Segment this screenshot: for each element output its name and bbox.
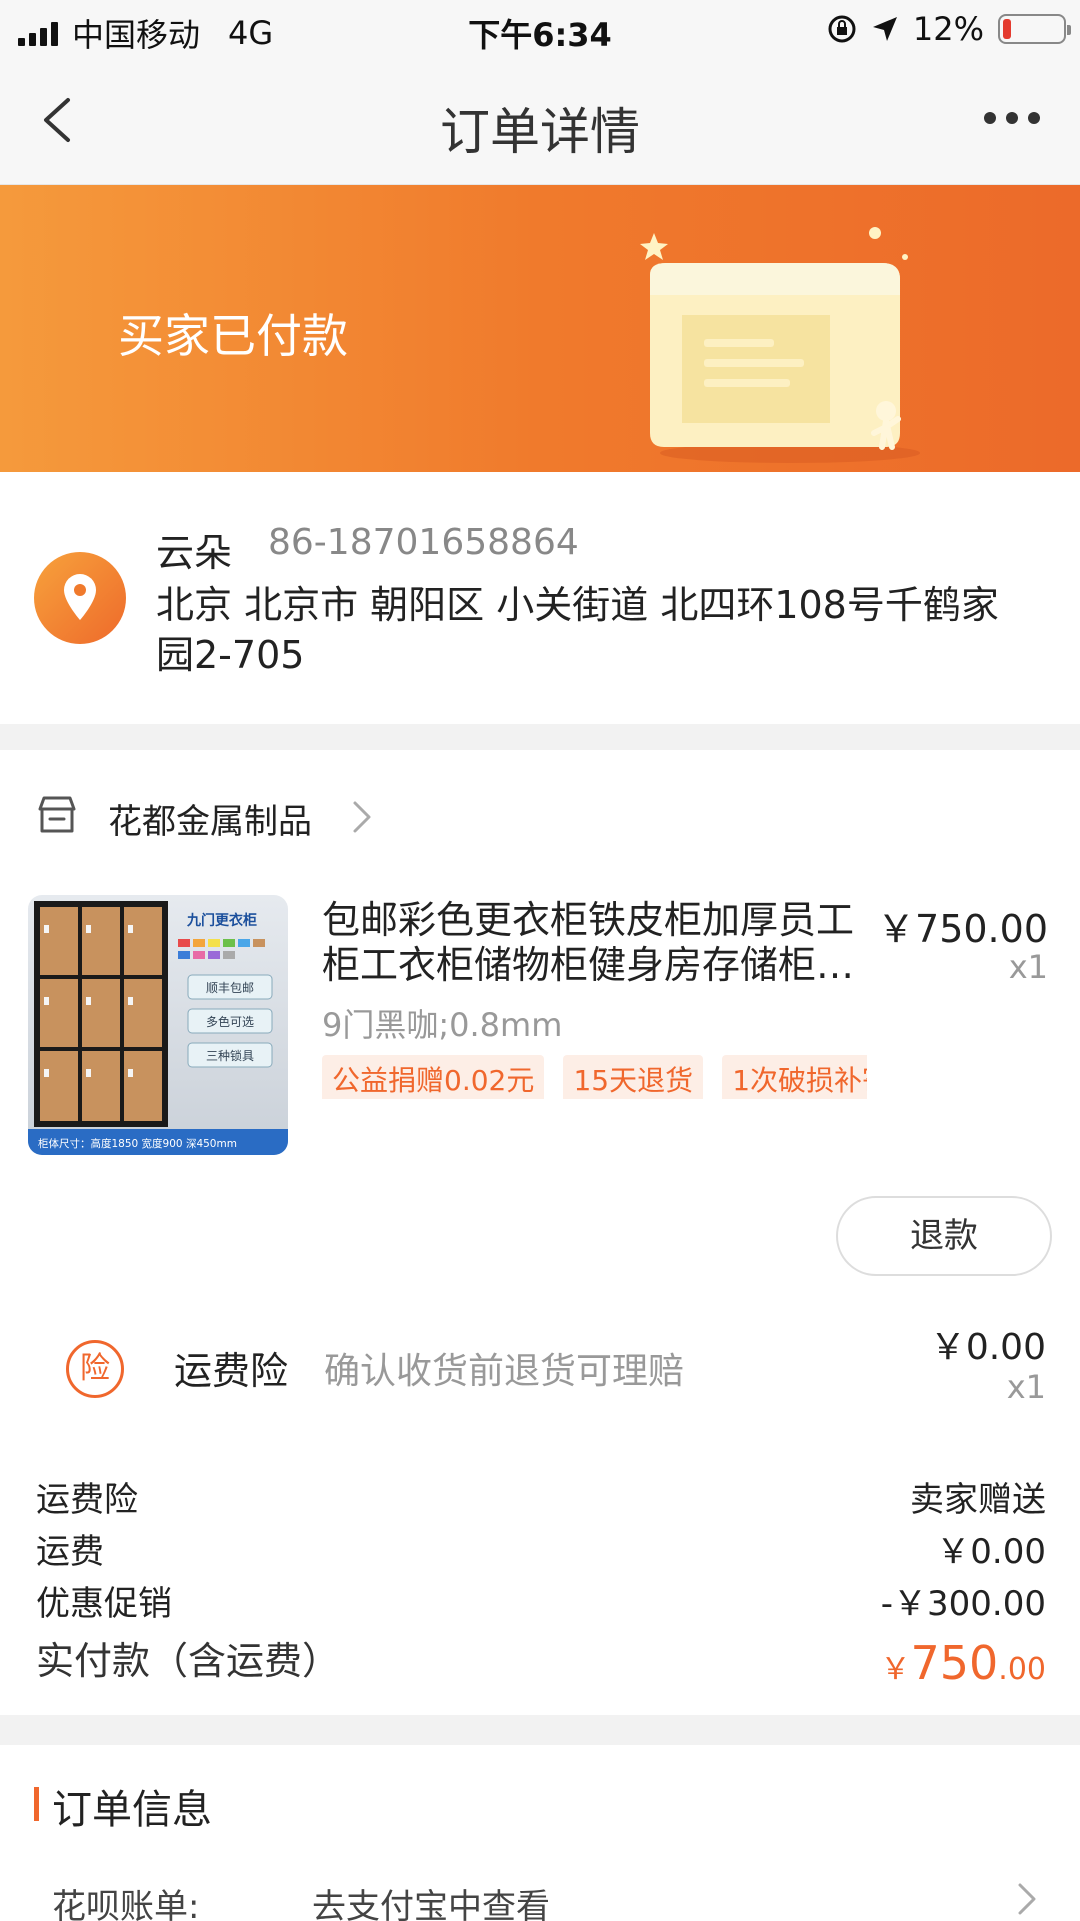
fee-row-insurance: 运费险 卖家赠送 bbox=[36, 1472, 1046, 1521]
total-value: ￥750.00 bbox=[880, 1636, 1046, 1690]
more-options-icon[interactable] bbox=[984, 112, 1040, 124]
recipient-phone: 86-18701658864 bbox=[268, 522, 579, 563]
fee-label: 运费险 bbox=[36, 1480, 138, 1520]
product-image-dimensions: 柜体尺寸：高度1850 宽度900 深450mm bbox=[38, 1137, 237, 1150]
total-decimal: .00 bbox=[998, 1652, 1046, 1687]
product-image-badge: 顺丰包邮 bbox=[206, 981, 254, 995]
page-title: 订单详情 bbox=[440, 103, 640, 161]
fee-row-discount: 优惠促销 -￥300.00 bbox=[36, 1576, 1046, 1625]
location-pin-icon bbox=[34, 552, 126, 644]
huabei-link[interactable]: 去支付宝中查看 bbox=[312, 1879, 550, 1921]
product-image-heading: 九门更衣柜 bbox=[186, 912, 257, 929]
product-image-badge: 三种锁具 bbox=[206, 1048, 254, 1063]
order-info-card: 订单信息 花呗账单: 去支付宝中查看 bbox=[0, 1745, 1080, 1921]
insurance-quantity: x1 bbox=[1006, 1368, 1046, 1406]
product-quantity: x1 bbox=[1008, 948, 1048, 986]
package-box-illustration bbox=[640, 227, 920, 463]
total-currency: ￥ bbox=[880, 1652, 911, 1687]
product-title[interactable]: 包邮彩色更衣柜铁皮柜加厚员工柜工衣柜储物柜健身房存储柜更衣柜铁皮柜 bbox=[322, 898, 862, 988]
status-bar-right: 12% bbox=[827, 10, 1071, 48]
insurance-icon: 险 bbox=[66, 1340, 124, 1398]
fee-label: 优惠促销 bbox=[36, 1584, 172, 1624]
recipient-name: 云朵 bbox=[156, 531, 233, 575]
refund-button[interactable]: 退款 bbox=[836, 1196, 1052, 1276]
rotation-lock-icon bbox=[828, 15, 856, 43]
nav-bar: 订单详情 bbox=[0, 60, 1080, 185]
fee-value: -￥300.00 bbox=[880, 1584, 1046, 1624]
insurance-description: 确认收货前退货可理赔 bbox=[324, 1351, 685, 1392]
product-image-badge: 多色可选 bbox=[206, 1015, 254, 1029]
order-info-title: 订单信息 bbox=[52, 1787, 212, 1833]
fee-label: 运费 bbox=[36, 1532, 104, 1572]
total-label: 实付款（含运费） bbox=[36, 1639, 341, 1683]
store-name: 花都金属制品 bbox=[108, 802, 312, 842]
product-sku: 9门黑咖;0.8mm bbox=[322, 1006, 563, 1044]
order-items-card: 花都金属制品 九门更衣柜 顺丰包邮 多色可选 三种锁具 柜体尺寸：高度1850 … bbox=[0, 750, 1080, 1715]
shipping-address-card[interactable]: 云朵 86-18701658864 北京 北京市 朝阳区 小关街道 北四环108… bbox=[0, 472, 1080, 724]
order-status-banner: 买家已付款 bbox=[0, 185, 1080, 472]
insurance-name: 运费险 bbox=[174, 1349, 289, 1393]
fee-row-total: 实付款（含运费） ￥750.00 bbox=[36, 1630, 1046, 1690]
service-tag: 15天退货 bbox=[563, 1055, 704, 1099]
insurance-price: ￥0.00 bbox=[929, 1327, 1046, 1368]
store-icon bbox=[38, 796, 76, 833]
chevron-right-icon bbox=[353, 801, 371, 833]
service-tag: 1次破损补寄 bbox=[722, 1055, 867, 1099]
service-tags: 公益捐赠0.02元 15天退货 1次破损补寄 bbox=[322, 1055, 867, 1099]
fee-value: 卖家赠送 bbox=[910, 1480, 1046, 1520]
product-image[interactable]: 九门更衣柜 顺丰包邮 多色可选 三种锁具 柜体尺寸：高度1850 宽度900 深… bbox=[28, 895, 288, 1155]
fee-value: ￥0.00 bbox=[936, 1532, 1046, 1572]
huabei-label: 花呗账单: bbox=[52, 1887, 200, 1921]
status-bar: 中国移动 4G 下午6:34 12% bbox=[0, 0, 1080, 60]
chevron-right-icon[interactable] bbox=[1016, 1881, 1038, 1917]
recipient-address: 北京 北京市 朝阳区 小关街道 北四环108号千鹤家园2-705 bbox=[156, 583, 999, 677]
fee-row-shipping: 运费 ￥0.00 bbox=[36, 1524, 1046, 1573]
total-integer: 750 bbox=[910, 1636, 999, 1690]
section-accent-bar bbox=[34, 1787, 39, 1821]
order-status-text: 买家已付款 bbox=[118, 309, 348, 363]
service-tag: 公益捐赠0.02元 bbox=[322, 1055, 545, 1099]
battery-icon bbox=[998, 14, 1071, 44]
location-arrow-icon bbox=[872, 17, 897, 41]
product-price: ￥750.00 bbox=[877, 907, 1048, 951]
store-row[interactable]: 花都金属制品 bbox=[0, 750, 1080, 885]
battery-percent: 12% bbox=[912, 10, 984, 48]
